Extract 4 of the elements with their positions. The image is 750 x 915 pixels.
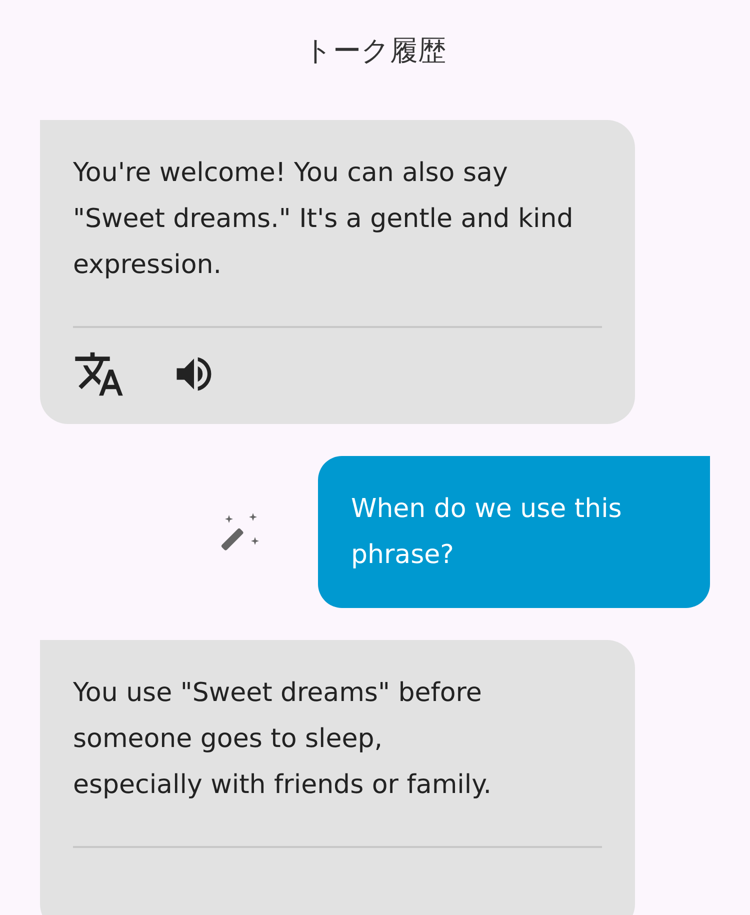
- message-text: You use "Sweet dreams" before someone goes to sleep, especially with friends or family.: [73, 677, 493, 802]
- page-title: トーク履歴: [304, 33, 446, 69]
- message-text: You're welcome! You can also say "Sweet dreams." It's a gentle and kind expression.: [73, 157, 574, 282]
- message-text: When do we use this phrase?: [351, 493, 623, 572]
